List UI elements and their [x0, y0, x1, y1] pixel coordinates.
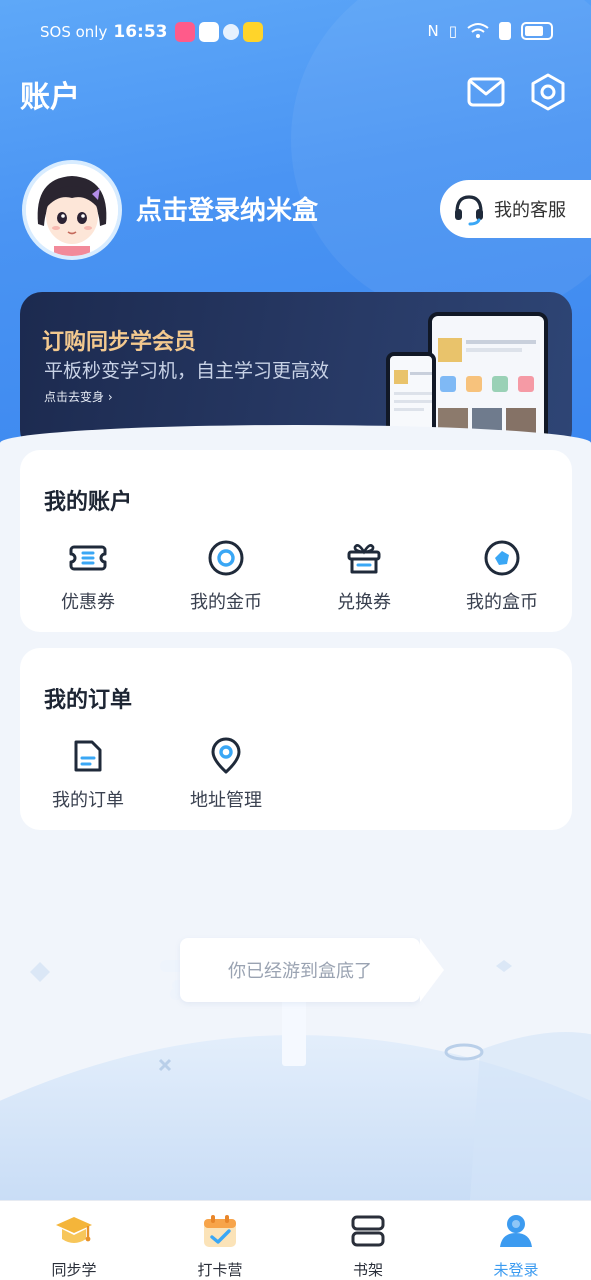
voucher-button[interactable]: 兑换券	[304, 538, 424, 614]
box-coin-button[interactable]: 我的盒币	[442, 538, 562, 614]
tab-not-logged-in-label: 未登录	[493, 1261, 539, 1279]
user-icon	[500, 1215, 532, 1247]
tab-check-in-camp-label: 打卡营	[197, 1261, 243, 1279]
tab-check-in-camp[interactable]: 打卡营	[170, 1209, 270, 1280]
voucher-label: 兑换券	[337, 592, 391, 613]
coupon-button[interactable]: 优惠券	[28, 538, 148, 614]
shield-app-icon	[199, 22, 220, 42]
box-coin-label: 我的盒币	[466, 592, 538, 613]
customer-service-button[interactable]: 我的客服	[440, 180, 591, 238]
account-card: 我的账户 优惠券 我的金币 兑换券 我的盒币	[20, 450, 572, 632]
status-bar: SOS only 16:53 N ▯	[0, 0, 591, 66]
girl-avatar-icon	[26, 164, 118, 256]
avatar[interactable]	[22, 160, 122, 260]
vip-subtitle: 平板秒变学习机，自主学习更高效	[44, 360, 330, 382]
gold-coin-icon	[208, 540, 244, 576]
coupon-label: 优惠券	[61, 592, 115, 613]
login-prompt[interactable]: 点击登录纳米盒	[136, 190, 318, 227]
calendar-check-icon	[204, 1215, 236, 1247]
tab-sync-learning[interactable]: 同步学	[24, 1209, 124, 1280]
gold-coin-button[interactable]: 我的金币	[166, 538, 286, 614]
vip-link[interactable]: 点击去变身 ›	[44, 388, 113, 405]
nfc-icon: N	[427, 22, 439, 40]
orders-card-title: 我的订单	[44, 688, 133, 713]
carrier-text: SOS only	[40, 23, 108, 41]
end-of-list-sign: 你已经游到盒底了	[180, 938, 444, 1002]
my-orders-label: 我的订单	[52, 790, 124, 811]
close-app-icon	[223, 24, 240, 40]
tab-sync-learning-label: 同步学	[51, 1261, 97, 1279]
end-of-list-text: 你已经游到盒底了	[228, 961, 372, 982]
page-title: 账户	[20, 80, 80, 115]
address-management-button[interactable]: 地址管理	[166, 736, 286, 812]
gold-coin-label: 我的金币	[190, 592, 262, 613]
account-card-title: 我的账户	[44, 490, 133, 515]
order-document-icon	[74, 740, 102, 772]
orders-card: 我的订单 我的订单 地址管理	[20, 648, 572, 830]
coupon-icon	[69, 545, 107, 571]
battery-icon	[521, 22, 553, 40]
wifi-icon	[467, 23, 489, 38]
gift-box-icon	[347, 544, 381, 574]
graduation-cap-icon	[56, 1217, 92, 1243]
my-orders-button[interactable]: 我的订单	[28, 736, 148, 812]
bottom-tab-bar: 同步学 打卡营 书架 未登录	[0, 1200, 591, 1280]
settings-icon[interactable]	[528, 72, 568, 112]
tab-not-logged-in[interactable]: 未登录	[466, 1209, 566, 1280]
location-pin-icon	[211, 737, 241, 774]
vibrate-icon: ▯	[448, 22, 457, 40]
tab-bookshelf-label: 书架	[352, 1261, 383, 1279]
address-management-label: 地址管理	[190, 790, 262, 811]
clock: 16:53	[113, 22, 168, 42]
mail-icon[interactable]	[466, 72, 506, 112]
box-coin-icon	[484, 540, 520, 576]
headset-icon	[455, 195, 483, 226]
customer-service-label: 我的客服	[494, 200, 566, 221]
alert-icon	[499, 22, 511, 40]
yy-app-icon	[243, 22, 264, 42]
video-app-icon	[175, 22, 196, 42]
tab-bookshelf[interactable]: 书架	[318, 1209, 418, 1280]
bookshelf-icon	[351, 1215, 385, 1247]
vip-title: 订购同步学会员	[42, 330, 197, 355]
